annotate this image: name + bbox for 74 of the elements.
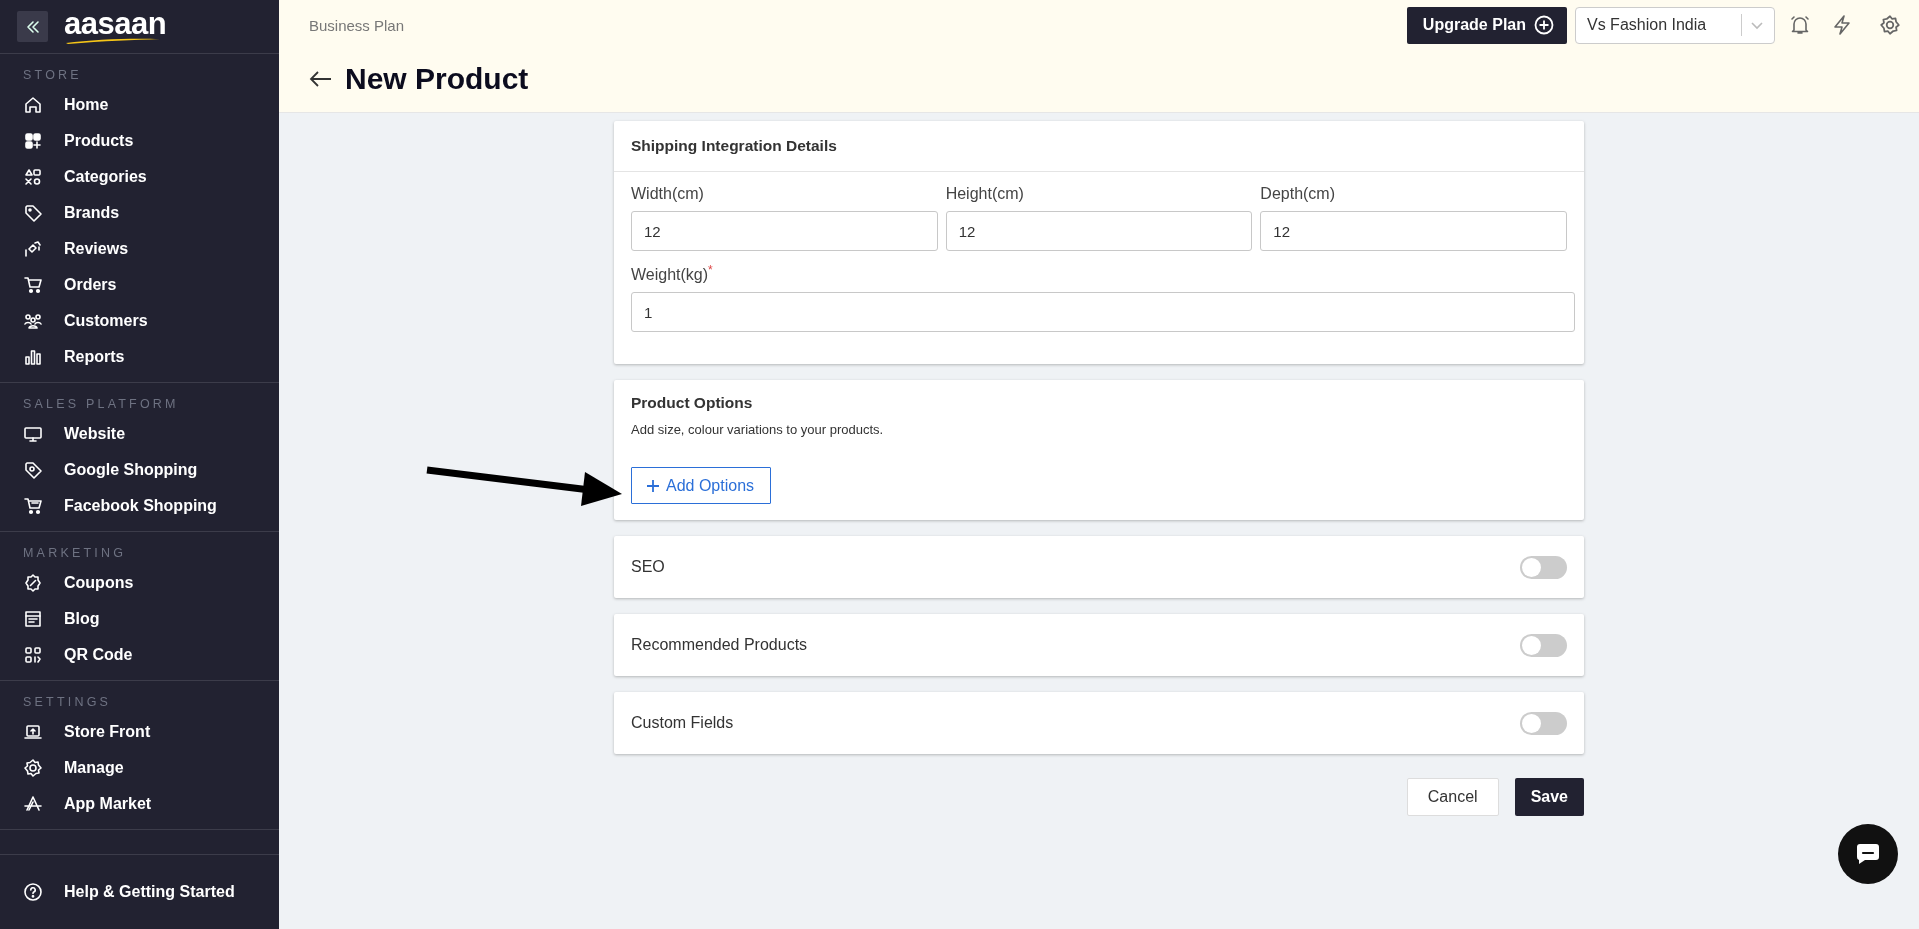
section-heading: SETTINGS bbox=[22, 695, 113, 711]
toggle-switch[interactable] bbox=[1520, 633, 1567, 657]
gear-icon bbox=[23, 758, 43, 778]
people-icon bbox=[23, 311, 43, 331]
logo-text: aasaan bbox=[64, 9, 167, 38]
section-heading: MARKETING bbox=[22, 546, 128, 562]
field-label: Width(cm) bbox=[631, 185, 704, 203]
sidebar-item[interactable]: Orders bbox=[0, 267, 279, 303]
section-title: SEO bbox=[631, 558, 665, 577]
sidebar-item[interactable]: App Market bbox=[0, 786, 279, 822]
sidebar-item[interactable]: Products bbox=[0, 123, 279, 159]
sidebar-item[interactable]: Facebook Shopping bbox=[0, 488, 279, 524]
input-field[interactable]: 12 bbox=[1260, 211, 1567, 251]
tag-icon bbox=[23, 460, 43, 480]
section-heading: STORE bbox=[22, 68, 83, 84]
help-icon bbox=[23, 882, 43, 902]
section-heading: SALES PLATFORM bbox=[22, 397, 180, 413]
document-icon bbox=[23, 609, 43, 629]
sidebar-item[interactable]: QR Code bbox=[0, 637, 279, 673]
shapes-icon bbox=[23, 167, 43, 187]
toggle-switch[interactable] bbox=[1520, 555, 1567, 579]
section-title: Custom Fields bbox=[631, 714, 734, 733]
sidebar-item[interactable]: Reports bbox=[0, 339, 279, 375]
plan-label: Business Plan bbox=[309, 16, 406, 34]
lightning-icon[interactable] bbox=[1831, 14, 1853, 36]
sidebar-item[interactable]: Manage bbox=[0, 750, 279, 786]
monitor-icon bbox=[23, 424, 43, 444]
sidebar-item[interactable]: Reviews bbox=[0, 231, 279, 267]
field-label: Height(cm) bbox=[945, 185, 1024, 203]
cancel-button[interactable]: Cancel bbox=[1406, 778, 1499, 817]
settings-icon[interactable] bbox=[1879, 14, 1901, 36]
upgrade-plan-button[interactable]: Upgrade Plan bbox=[1406, 6, 1567, 44]
sidebar-item[interactable]: Categories bbox=[0, 159, 279, 195]
laptop-upload-icon bbox=[23, 722, 43, 742]
toggle-switch[interactable] bbox=[1520, 711, 1567, 735]
collapse-button[interactable] bbox=[17, 11, 48, 42]
field-label: Depth(cm) bbox=[1260, 185, 1335, 203]
app-store-icon bbox=[23, 794, 43, 814]
sidebar-item[interactable]: Coupons bbox=[0, 565, 279, 601]
grid-plus-icon bbox=[23, 131, 43, 151]
plus-circle-icon bbox=[1534, 15, 1554, 35]
card-description: Add size, colour variations to your products. bbox=[631, 422, 885, 438]
section-title: Recommended Products bbox=[631, 636, 808, 655]
chat-button[interactable] bbox=[1838, 824, 1898, 884]
bar-chart-icon bbox=[23, 347, 43, 367]
discount-badge-icon bbox=[23, 573, 43, 593]
sidebar-item[interactable]: Customers bbox=[0, 303, 279, 339]
sidebar-item[interactable]: Home bbox=[0, 87, 279, 123]
field-label: Weight(kg)$^{*}$ bbox=[631, 263, 713, 285]
sidebar-item[interactable]: Brands bbox=[0, 195, 279, 231]
home-icon bbox=[23, 95, 43, 115]
sidebar-item[interactable]: Google Shopping bbox=[0, 452, 279, 488]
card-title: Shipping Integration Details bbox=[614, 121, 1584, 172]
page-title: New Product bbox=[345, 62, 529, 96]
tag-icon bbox=[23, 203, 43, 223]
sidebar-item[interactable]: Help & Getting Started bbox=[0, 874, 279, 910]
add-options-button[interactable]: Add Options bbox=[631, 467, 772, 505]
input-field[interactable]: 1 bbox=[631, 292, 1575, 333]
save-button[interactable]: Save bbox=[1514, 778, 1584, 817]
store-select[interactable]: Vs Fashion India bbox=[1575, 6, 1775, 44]
sidebar-item[interactable]: Store Front bbox=[0, 714, 279, 750]
cart-icon bbox=[23, 496, 43, 516]
sidebar-item[interactable]: Blog bbox=[0, 601, 279, 637]
chat-bubble-icon bbox=[1855, 842, 1881, 866]
input-field[interactable]: 12 bbox=[945, 211, 1253, 251]
plus-icon bbox=[646, 478, 660, 493]
double-chevron-left-icon bbox=[24, 18, 41, 35]
back-arrow-icon[interactable] bbox=[309, 70, 333, 88]
input-field[interactable]: 12 bbox=[631, 211, 938, 251]
qr-code-icon bbox=[23, 645, 43, 665]
bell-icon[interactable] bbox=[1789, 14, 1811, 36]
cart-icon bbox=[23, 275, 43, 295]
card-title: Product Options bbox=[631, 394, 754, 413]
sidebar-item[interactable]: Website bbox=[0, 416, 279, 452]
